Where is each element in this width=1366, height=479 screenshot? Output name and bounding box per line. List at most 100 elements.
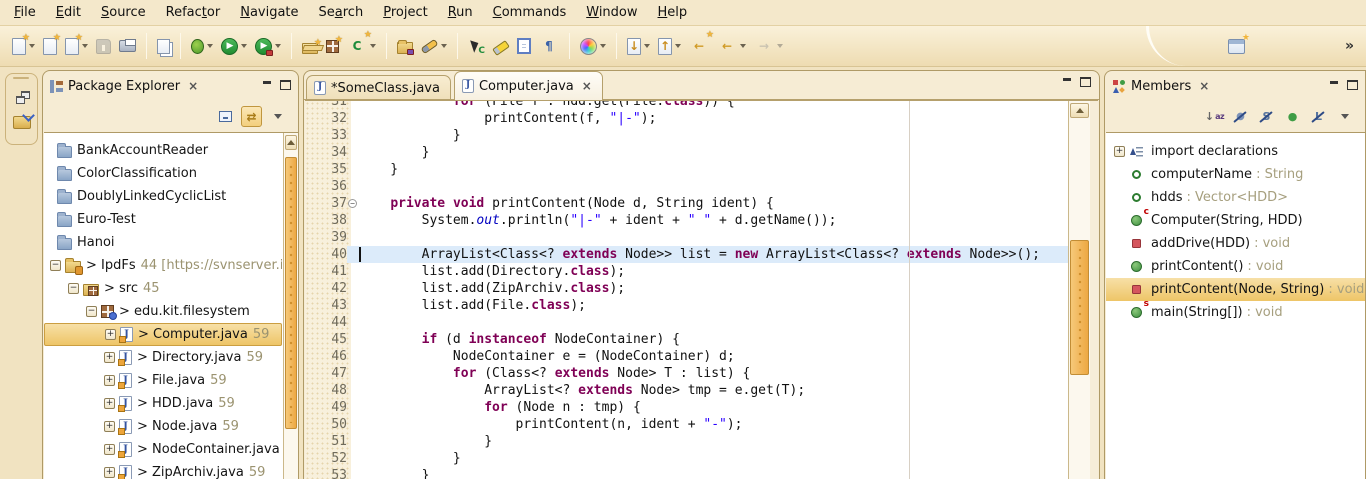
- member-item[interactable]: hdds: Vector<HDD>: [1106, 186, 1365, 209]
- member-item[interactable]: addDrive(HDD): void: [1106, 232, 1365, 255]
- show-public-button[interactable]: [1282, 106, 1303, 127]
- scroll-up-arrow[interactable]: [1070, 103, 1089, 118]
- tree-item[interactable]: Euro-Test: [44, 208, 282, 231]
- dropdown-chevron-icon[interactable]: [740, 44, 746, 48]
- open-type-button[interactable]: [394, 32, 416, 60]
- maximize-icon[interactable]: [1080, 77, 1091, 87]
- dropdown-chevron-icon[interactable]: [82, 44, 88, 48]
- tree-item[interactable]: DoublyLinkedCyclicList: [44, 185, 282, 208]
- search-button[interactable]: [418, 32, 450, 60]
- menu-help[interactable]: Help: [648, 2, 698, 23]
- hide-static-members-button[interactable]: [1256, 106, 1277, 127]
- member-item[interactable]: smain(String[]): void: [1106, 301, 1365, 324]
- tree-item[interactable]: −> src45: [44, 277, 282, 300]
- menu-project[interactable]: Project: [373, 2, 438, 23]
- print-button[interactable]: [116, 32, 139, 60]
- scroll-up-arrow[interactable]: [285, 135, 297, 150]
- tree-item[interactable]: +> Node.java59: [44, 415, 282, 438]
- hide-local-types-button[interactable]: [1308, 106, 1329, 127]
- open-resource-button[interactable]: [154, 32, 173, 60]
- member-item[interactable]: +import declarations: [1106, 140, 1365, 163]
- show-whitespace-button[interactable]: ¶: [536, 32, 562, 60]
- tree-item[interactable]: +> Computer.java59: [44, 323, 282, 346]
- tree-item[interactable]: ColorClassification: [44, 162, 282, 185]
- dropdown-chevron-icon[interactable]: [441, 44, 447, 48]
- package-explorer-tab[interactable]: Package Explorer ×: [50, 79, 198, 94]
- tree-item[interactable]: BankAccountReader: [44, 139, 282, 162]
- dropdown-chevron-icon[interactable]: [600, 44, 606, 48]
- code-editor[interactable]: 31 for (File f : hdd.get(File.class)) {3…: [305, 100, 1098, 479]
- maximize-icon[interactable]: [1347, 80, 1358, 90]
- tree-item[interactable]: +> HDD.java59: [44, 392, 282, 415]
- expander-icon[interactable]: +: [104, 398, 115, 409]
- tree-item[interactable]: +> NodeContainer.java59: [44, 438, 282, 461]
- last-edit-button[interactable]: ←★: [686, 32, 712, 60]
- expander-icon[interactable]: +: [1114, 146, 1125, 157]
- expander-icon[interactable]: −: [68, 283, 79, 294]
- close-icon[interactable]: ×: [188, 79, 198, 93]
- members-tab[interactable]: Members ×: [1112, 79, 1209, 94]
- close-icon[interactable]: ×: [582, 79, 592, 93]
- vertical-scrollbar[interactable]: [1068, 101, 1090, 479]
- menu-refactor[interactable]: Refactor: [156, 2, 231, 23]
- new-view-button[interactable]: ★: [62, 32, 91, 60]
- new-wizard-button[interactable]: ★: [9, 32, 38, 60]
- expander-icon[interactable]: +: [104, 375, 115, 386]
- link-with-editor-button[interactable]: [241, 106, 262, 127]
- minimize-icon[interactable]: [262, 80, 273, 90]
- member-item[interactable]: printContent(): void: [1106, 255, 1365, 278]
- checkout-folder-icon[interactable]: [13, 116, 31, 129]
- perspective-overflow-chevron[interactable]: »: [1345, 38, 1354, 54]
- collapse-all-button[interactable]: [215, 106, 236, 127]
- collapse-icon[interactable]: −: [348, 199, 357, 208]
- close-icon[interactable]: ×: [1199, 79, 1209, 93]
- expander-icon[interactable]: −: [50, 260, 61, 271]
- run-external-button[interactable]: ▶: [252, 32, 284, 60]
- dropdown-chevron-icon[interactable]: [370, 44, 376, 48]
- prev-annotation-button[interactable]: ↑: [655, 32, 684, 60]
- highlighter-button[interactable]: [489, 32, 512, 60]
- scrollbar-thumb[interactable]: [1070, 240, 1089, 375]
- open-perspective-button[interactable]: [1225, 32, 1248, 60]
- tree-item[interactable]: +> ZipArchiv.java59: [44, 461, 282, 479]
- menu-commands[interactable]: Commands: [483, 2, 577, 23]
- scrollbar-thumb[interactable]: [285, 157, 297, 429]
- tree-item[interactable]: −> IpdFs44 [https://svnserver.i: [44, 254, 282, 277]
- dropdown-chevron-icon[interactable]: [275, 44, 281, 48]
- editor-tab[interactable]: *SomeClass.java: [306, 75, 451, 100]
- expander-icon[interactable]: +: [104, 444, 115, 455]
- dropdown-chevron-icon[interactable]: [207, 44, 213, 48]
- view-menu-button[interactable]: [267, 106, 288, 127]
- tree-item[interactable]: +> File.java59: [44, 369, 282, 392]
- minimize-icon[interactable]: [1329, 80, 1340, 90]
- color-palette-button[interactable]: [577, 32, 609, 60]
- dropdown-chevron-icon[interactable]: [29, 44, 35, 48]
- dropdown-chevron-icon[interactable]: [777, 44, 783, 48]
- show-source-button[interactable]: [514, 32, 534, 60]
- next-annotation-button[interactable]: ↓: [624, 32, 653, 60]
- member-item[interactable]: computerName: String: [1106, 163, 1365, 186]
- member-item[interactable]: cComputer(String, HDD): [1106, 209, 1365, 232]
- dropdown-chevron-icon[interactable]: [644, 44, 650, 48]
- drag-handle[interactable]: [13, 77, 29, 79]
- menu-window[interactable]: Window: [576, 2, 647, 23]
- back-button[interactable]: ←: [714, 32, 749, 60]
- tree-item[interactable]: Hanoi: [44, 231, 282, 254]
- member-item[interactable]: printContent(Node, String): void: [1106, 278, 1365, 301]
- menu-run[interactable]: Run: [438, 2, 483, 23]
- menu-search[interactable]: Search: [309, 2, 374, 23]
- expander-icon[interactable]: +: [104, 352, 115, 363]
- expander-icon[interactable]: +: [104, 467, 115, 478]
- sort-button[interactable]: [1204, 106, 1225, 127]
- view-menu-button[interactable]: [1334, 106, 1355, 127]
- restore-view-icon[interactable]: [16, 91, 30, 104]
- expander-icon[interactable]: +: [105, 329, 116, 340]
- new-window-button[interactable]: ★: [40, 32, 60, 60]
- last-edit-location-button[interactable]: [465, 32, 487, 60]
- new-class-button[interactable]: C★: [344, 32, 379, 60]
- new-java-project-button[interactable]: ★: [299, 32, 321, 60]
- dropdown-chevron-icon[interactable]: [675, 44, 681, 48]
- debug-button[interactable]: [188, 32, 216, 60]
- dropdown-chevron-icon[interactable]: [241, 44, 247, 48]
- menu-navigate[interactable]: Navigate: [230, 2, 308, 23]
